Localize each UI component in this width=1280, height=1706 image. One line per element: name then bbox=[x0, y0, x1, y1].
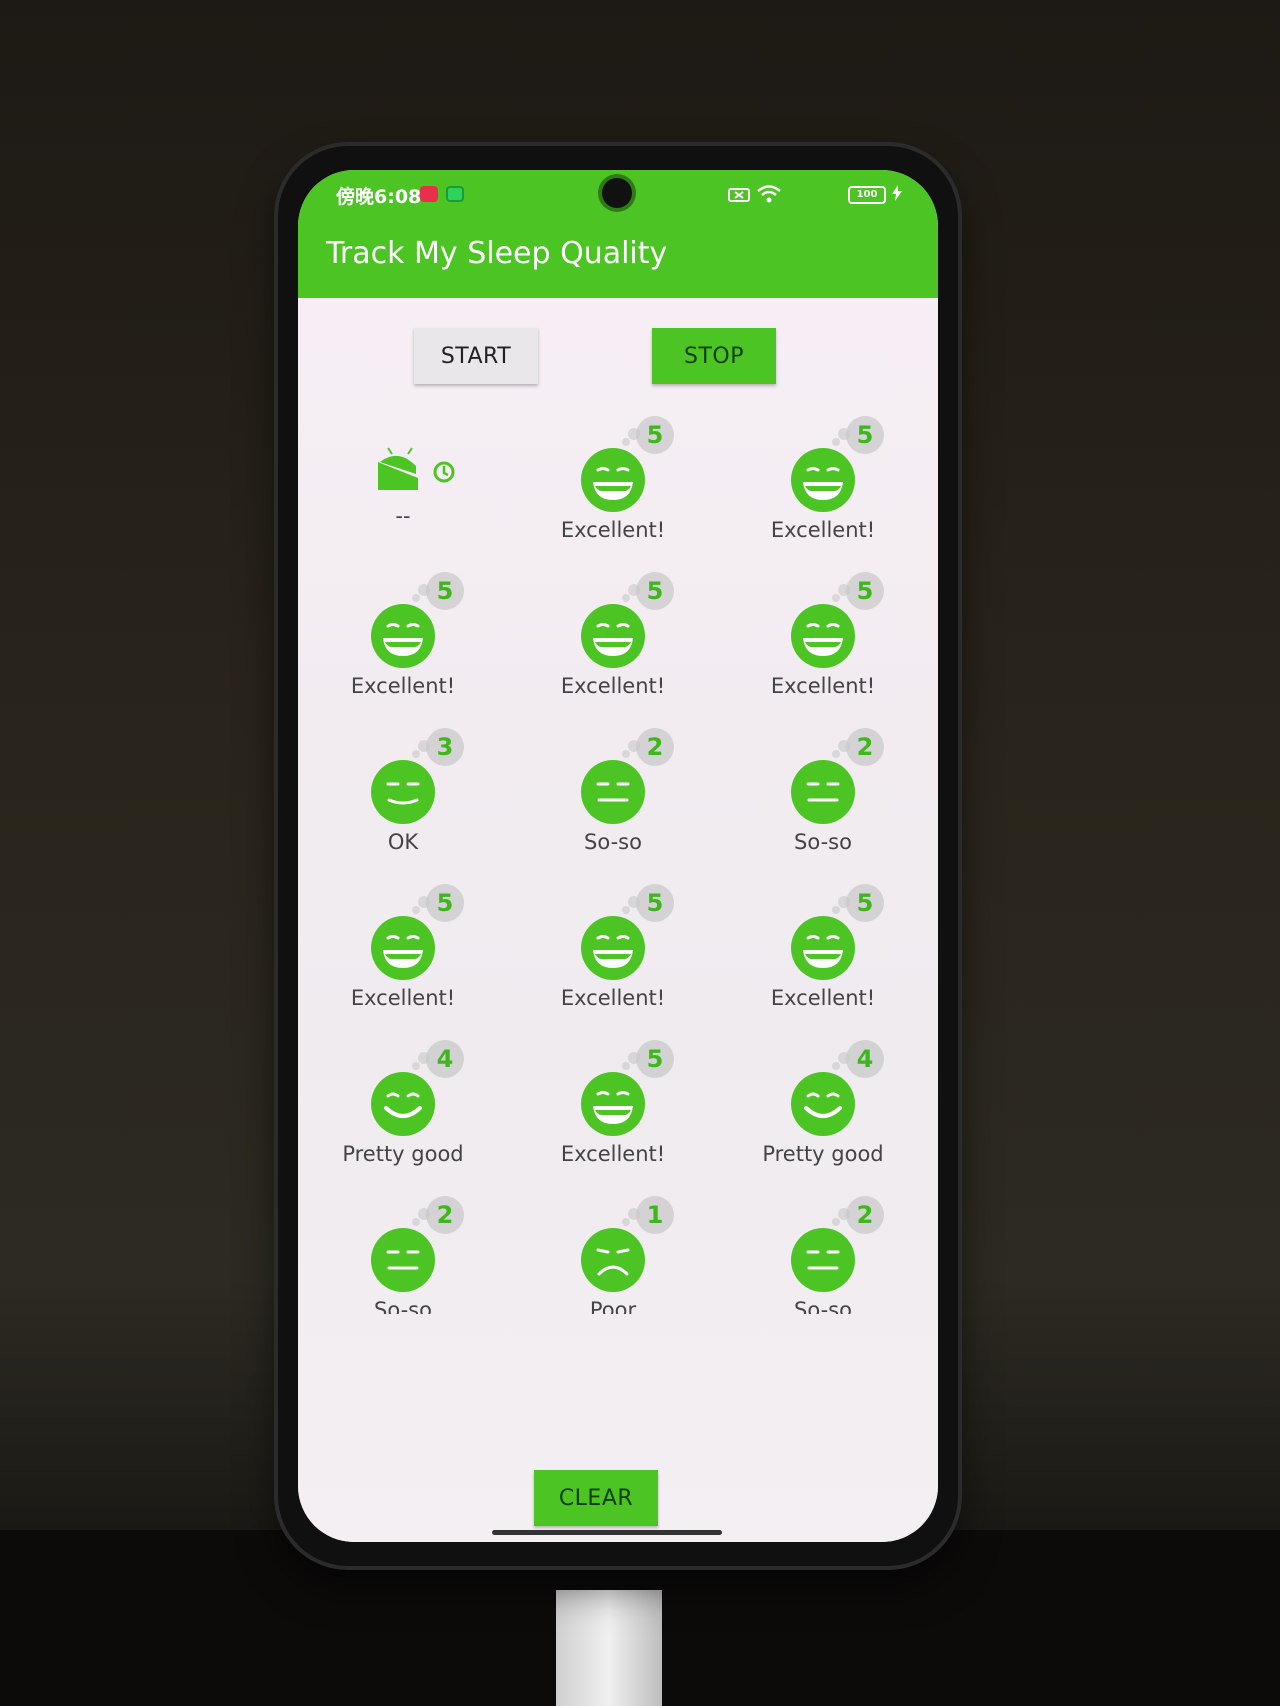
quality-label: Pretty good bbox=[342, 1142, 464, 1166]
home-indicator[interactable] bbox=[492, 1530, 722, 1535]
sleep-bubble-decoration bbox=[622, 438, 630, 446]
quality-label: Pretty good bbox=[762, 1142, 884, 1166]
sleep-night-cell[interactable]: 3 OK bbox=[298, 728, 508, 878]
front-camera bbox=[602, 178, 632, 208]
sleep-night-cell[interactable]: 2 So-so bbox=[298, 1196, 508, 1314]
sleep-bubble-decoration bbox=[622, 906, 630, 914]
sleep-night-cell[interactable]: 4 Pretty good bbox=[298, 1040, 508, 1190]
sleep-night-cell[interactable]: 2 So-so bbox=[508, 728, 718, 878]
no-sim-icon bbox=[728, 188, 750, 202]
sleep-night-cell[interactable]: 5 Excellent! bbox=[508, 1040, 718, 1190]
sleep-bubble-decoration bbox=[832, 1062, 840, 1070]
quality-label: So-so bbox=[584, 830, 642, 854]
quality-label: OK bbox=[387, 830, 419, 854]
laughing-face-icon bbox=[579, 914, 647, 982]
quality-label: So-so bbox=[374, 1298, 432, 1314]
sleep-bubble-decoration bbox=[412, 1062, 420, 1070]
app-bar: Track My Sleep Quality bbox=[298, 216, 938, 298]
app-title: Track My Sleep Quality bbox=[326, 236, 668, 271]
sleep-bubble-decoration bbox=[832, 438, 840, 446]
sleep-bubble-decoration bbox=[832, 750, 840, 758]
laughing-face-icon bbox=[789, 602, 857, 670]
laughing-face-icon bbox=[369, 914, 437, 982]
sleep-bubble-decoration bbox=[412, 750, 420, 758]
quality-label: Excellent! bbox=[560, 986, 666, 1010]
sleep-bubble-decoration bbox=[832, 1218, 840, 1226]
main-content: START STOP -- 5 Excellent! 5 Excellent! 5 Exc… bbox=[298, 298, 938, 1542]
sleep-nights-grid[interactable]: -- 5 Excellent! 5 Excellent! 5 Excellent! 5 Exc… bbox=[298, 416, 938, 1314]
sleep-night-cell[interactable]: 4 Pretty good bbox=[718, 1040, 928, 1190]
status-bar: 傍晚6:08 100 bbox=[298, 170, 938, 216]
phone-screen: 傍晚6:08 100 Track My Sleep Quality START bbox=[298, 170, 938, 1542]
laughing-face-icon bbox=[579, 602, 647, 670]
quality-label: Poor bbox=[589, 1298, 637, 1314]
sleep-bubble-decoration bbox=[832, 594, 840, 602]
quality-label: So-so bbox=[794, 1298, 852, 1314]
sleep-bubble-decoration bbox=[622, 1218, 630, 1226]
usb-cable bbox=[556, 1590, 662, 1706]
quality-label: Excellent! bbox=[560, 674, 666, 698]
chat-app-notification-icon bbox=[446, 186, 464, 202]
sleep-night-cell[interactable]: 5 Excellent! bbox=[508, 572, 718, 722]
sleep-night-cell[interactable]: 5 Excellent! bbox=[508, 884, 718, 1034]
laughing-face-icon bbox=[789, 446, 857, 514]
phone-frame: 傍晚6:08 100 Track My Sleep Quality START bbox=[278, 146, 958, 1566]
clear-button[interactable]: CLEAR bbox=[534, 1470, 658, 1526]
sleep-bubble-decoration bbox=[412, 1218, 420, 1226]
slight-smile-face-icon bbox=[369, 758, 437, 826]
neutral-face-icon bbox=[369, 1226, 437, 1294]
sleep-night-cell[interactable]: 5 Excellent! bbox=[298, 572, 508, 722]
battery-indicator: 100 bbox=[848, 186, 886, 204]
sleep-bubble-decoration bbox=[832, 906, 840, 914]
quality-label: Excellent! bbox=[350, 986, 456, 1010]
status-time: 傍晚6:08 bbox=[336, 186, 422, 208]
sleep-bubble-decoration bbox=[412, 594, 420, 602]
sleep-bubble-decoration bbox=[412, 906, 420, 914]
quality-label: Excellent! bbox=[770, 674, 876, 698]
wifi-icon bbox=[757, 185, 781, 203]
neutral-face-icon bbox=[579, 758, 647, 826]
charging-icon bbox=[892, 185, 902, 201]
smiling-face-icon bbox=[789, 1070, 857, 1138]
quality-label: -- bbox=[395, 504, 411, 528]
neutral-face-icon bbox=[789, 1226, 857, 1294]
laughing-face-icon bbox=[369, 602, 437, 670]
sleep-night-cell[interactable]: 5 Excellent! bbox=[718, 572, 928, 722]
laughing-face-icon bbox=[579, 1070, 647, 1138]
quality-label: Excellent! bbox=[560, 518, 666, 542]
frowning-face-icon bbox=[579, 1226, 647, 1294]
android-with-clock-icon bbox=[378, 447, 455, 490]
laughing-face-icon bbox=[789, 914, 857, 982]
sleep-bubble-decoration bbox=[622, 594, 630, 602]
sleep-night-cell[interactable]: 5 Excellent! bbox=[298, 884, 508, 1034]
placeholder-night-cell[interactable]: -- bbox=[298, 416, 508, 566]
quality-label: Excellent! bbox=[560, 1142, 666, 1166]
sleep-night-cell[interactable]: 5 Excellent! bbox=[508, 416, 718, 566]
stop-button[interactable]: STOP bbox=[652, 328, 776, 384]
video-app-notification-icon bbox=[420, 186, 438, 202]
sleep-night-cell[interactable]: 5 Excellent! bbox=[718, 416, 928, 566]
laughing-face-icon bbox=[579, 446, 647, 514]
sleep-night-cell[interactable]: 2 So-so bbox=[718, 1196, 928, 1314]
sleep-bubble-decoration bbox=[622, 750, 630, 758]
quality-label: Excellent! bbox=[770, 518, 876, 542]
quality-label: Excellent! bbox=[770, 986, 876, 1010]
quality-label: Excellent! bbox=[350, 674, 456, 698]
quality-label: So-so bbox=[794, 830, 852, 854]
neutral-face-icon bbox=[789, 758, 857, 826]
smiling-face-icon bbox=[369, 1070, 437, 1138]
sleep-night-cell[interactable]: 1 Poor bbox=[508, 1196, 718, 1314]
sleep-bubble-decoration bbox=[622, 1062, 630, 1070]
start-button[interactable]: START bbox=[414, 328, 538, 384]
sleep-night-cell[interactable]: 2 So-so bbox=[718, 728, 928, 878]
sleep-night-cell[interactable]: 5 Excellent! bbox=[718, 884, 928, 1034]
